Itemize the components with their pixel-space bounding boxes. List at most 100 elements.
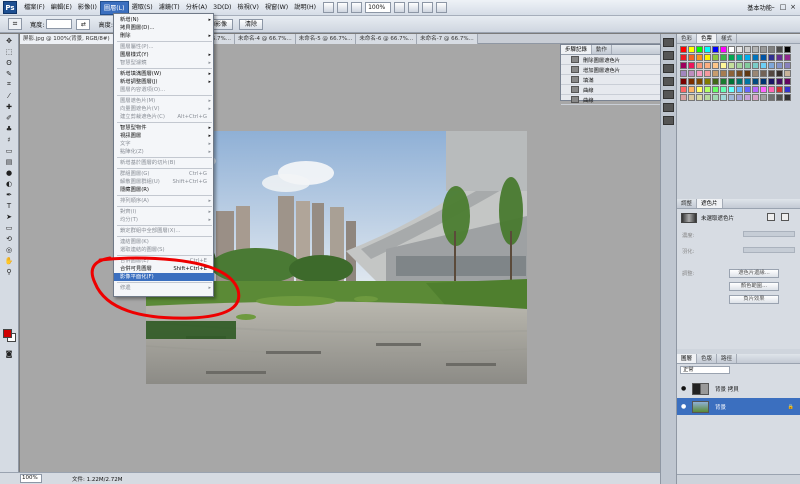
color-swatch[interactable] (776, 46, 783, 53)
color-swatch[interactable] (736, 54, 743, 61)
color-swatch[interactable] (696, 86, 703, 93)
swatches-tab[interactable]: 色彩 (677, 34, 698, 43)
color-swatch[interactable] (712, 70, 719, 77)
color-swatch[interactable] (776, 78, 783, 85)
swatches-tab[interactable]: 樣式 (717, 34, 738, 43)
color-swatch[interactable] (712, 78, 719, 85)
brush-tool-icon[interactable]: ✐ (3, 113, 15, 122)
color-swatch[interactable] (728, 70, 735, 77)
visibility-eye-icon[interactable]: ● (681, 403, 689, 410)
clone-source-panel-icon[interactable] (663, 116, 674, 125)
color-swatch[interactable] (720, 54, 727, 61)
blend-mode-select[interactable]: 正常 (680, 366, 730, 374)
color-swatch[interactable] (720, 86, 727, 93)
color-swatch[interactable] (680, 94, 687, 101)
color-swatch[interactable] (768, 86, 775, 93)
color-swatch[interactable] (768, 78, 775, 85)
color-swatch[interactable] (696, 62, 703, 69)
layer-menu-item[interactable]: 拷貝圖層(D)... (114, 24, 214, 32)
eyedropper-tool-icon[interactable]: ⁄ (3, 91, 15, 100)
quick-mask-icon[interactable]: ◙ (3, 349, 15, 358)
history-tab[interactable]: 動作 (592, 45, 613, 54)
color-swatch[interactable] (688, 78, 695, 85)
color-swatch[interactable] (704, 46, 711, 53)
color-swatch[interactable] (736, 46, 743, 53)
color-swatch[interactable] (752, 62, 759, 69)
close-icon[interactable]: × (789, 2, 797, 12)
color-swatch[interactable] (736, 78, 743, 85)
shape-tool-icon[interactable]: ▭ (3, 223, 15, 232)
color-swatch[interactable] (728, 86, 735, 93)
color-swatch[interactable] (688, 62, 695, 69)
color-swatch[interactable] (784, 78, 791, 85)
pen-tool-icon[interactable]: ✒ (3, 190, 15, 199)
history-item[interactable]: 曲線 (561, 85, 660, 95)
color-swatch[interactable] (712, 46, 719, 53)
swatches-tab[interactable]: 色票 (697, 34, 718, 43)
mask-edge-button[interactable]: 遮色片邊緣... (729, 269, 779, 278)
invert-button[interactable]: 負片效果 (729, 295, 779, 304)
type-tool-icon[interactable]: T (3, 201, 15, 210)
character-panel-icon[interactable] (663, 64, 674, 73)
color-swatch[interactable] (744, 94, 751, 101)
color-swatch[interactable] (696, 46, 703, 53)
menu-2[interactable]: 影像(I) (75, 1, 100, 15)
color-swatch[interactable] (768, 62, 775, 69)
status-zoom-input[interactable]: 100% (20, 474, 42, 483)
document-tab[interactable]: 屏影.jpg @ 100%(背景, RGB/8#) (20, 34, 114, 44)
adjustments-tab[interactable]: 調整 (677, 199, 698, 208)
crop-tool-icon[interactable]: ⌗ (3, 80, 15, 89)
history-item[interactable]: 刪除圖層遮色片 (561, 55, 660, 65)
color-swatch[interactable] (680, 78, 687, 85)
color-swatch[interactable] (696, 54, 703, 61)
layer-menu-item[interactable]: 影像平面化(F) (114, 273, 214, 281)
color-swatch[interactable] (744, 70, 751, 77)
layer-menu-item[interactable]: 智慧型物件 ▸ (114, 124, 214, 132)
layer-row[interactable]: ● 背景 🔒 (677, 398, 800, 415)
color-swatch[interactable] (696, 70, 703, 77)
eraser-tool-icon[interactable]: ▭ (3, 146, 15, 155)
history-item[interactable]: 填滿 (561, 75, 660, 85)
color-swatch[interactable] (688, 54, 695, 61)
document-tab[interactable]: 未命名-6 @ 66.7%... (356, 34, 418, 44)
color-swatch[interactable] (688, 94, 695, 101)
color-swatch[interactable] (784, 62, 791, 69)
layers-tab[interactable]: 圖層 (677, 354, 698, 363)
marquee-tool-icon[interactable]: ⬚ (3, 47, 15, 56)
navigator-panel-icon[interactable] (663, 103, 674, 112)
color-swatch[interactable] (760, 94, 767, 101)
brushes-panel-icon[interactable] (663, 77, 674, 86)
lasso-tool-icon[interactable]: ʘ (3, 58, 15, 67)
color-swatch[interactable] (688, 46, 695, 53)
color-swatch[interactable] (712, 62, 719, 69)
clear-button[interactable]: 清除 (238, 18, 263, 30)
color-swatch[interactable] (760, 78, 767, 85)
color-swatch[interactable] (704, 54, 711, 61)
pixel-mask-icon[interactable] (767, 213, 775, 221)
color-swatch[interactable] (752, 70, 759, 77)
rotate-view-icon[interactable] (408, 2, 420, 13)
color-swatch[interactable] (688, 70, 695, 77)
grid-icon[interactable] (394, 2, 406, 13)
blur-tool-icon[interactable]: ● (3, 168, 15, 177)
color-swatch[interactable] (704, 78, 711, 85)
color-swatch[interactable] (728, 62, 735, 69)
document-tab[interactable]: 未命名-4 @ 66.7%... (235, 34, 296, 44)
layer-row[interactable]: ● 背景 拷貝 (677, 380, 800, 397)
layer-menu-item[interactable]: 刪除 ▸ (114, 32, 214, 40)
color-swatch[interactable] (680, 54, 687, 61)
launch-bridge-icon[interactable] (323, 2, 335, 13)
layers-tab[interactable]: 色版 (697, 354, 718, 363)
color-swatch[interactable] (736, 62, 743, 69)
layer-menu-item[interactable]: 新增(N) ▸ (114, 16, 214, 24)
feather-slider[interactable] (743, 247, 795, 253)
3d-orbit-tool-icon[interactable]: ◎ (3, 245, 15, 254)
layer-menu-item[interactable]: 視訊圖層 ▸ (114, 132, 214, 140)
color-swatch[interactable] (784, 54, 791, 61)
layer-menu-item[interactable]: 合併可見圖層 Shift+Ctrl+E (114, 265, 214, 273)
hand-tool-icon[interactable] (337, 2, 349, 13)
color-swatch[interactable] (736, 94, 743, 101)
density-slider[interactable] (743, 231, 795, 237)
color-swatch[interactable] (720, 70, 727, 77)
color-swatch[interactable] (776, 86, 783, 93)
